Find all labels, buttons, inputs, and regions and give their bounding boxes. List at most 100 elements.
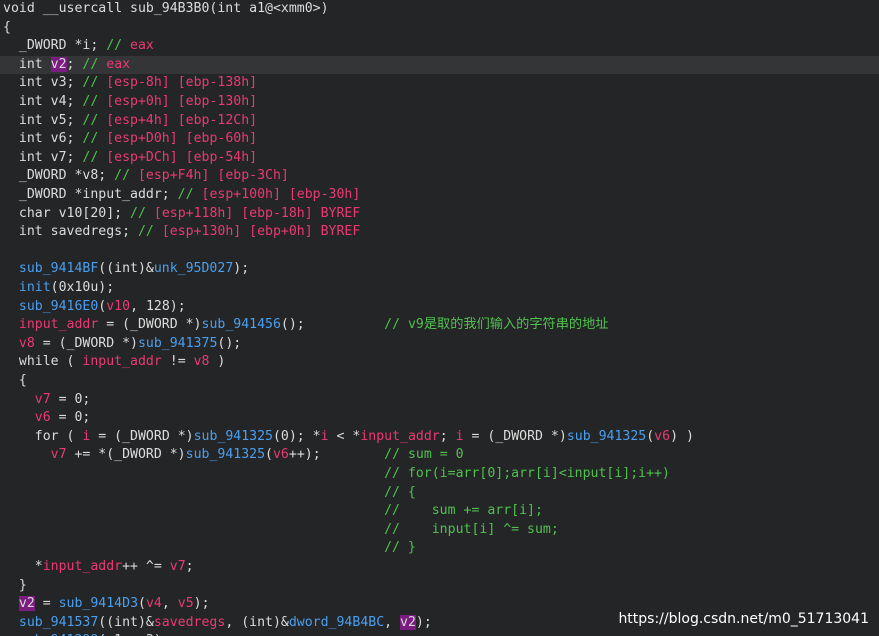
- code-token: int v4;: [3, 94, 83, 109]
- code-line[interactable]: // for(i=arr[0];arr[i]<input[i];i++): [0, 465, 879, 484]
- code-token: i: [455, 428, 464, 444]
- code-token: v5: [177, 596, 194, 612]
- code-token: v2: [50, 56, 67, 72]
- code-line[interactable]: }: [0, 577, 879, 596]
- code-token: sub_941456: [201, 317, 281, 333]
- code-line[interactable]: _DWORD *v8; // [esp+F4h] [ebp-3Ch]: [0, 167, 879, 186]
- code-token: (: [646, 428, 655, 444]
- code-token: //: [82, 149, 107, 165]
- code-line[interactable]: {: [0, 372, 879, 391]
- code-token: //: [82, 56, 107, 72]
- code-line[interactable]: v7 = 0;: [0, 391, 879, 410]
- code-token: [esp-8h] [ebp-138h]: [106, 75, 258, 91]
- code-token: = (_DWORD *): [98, 317, 202, 333]
- code-line[interactable]: sub_941299(a1, v3);: [0, 632, 879, 636]
- code-token: < *: [328, 428, 361, 444]
- code-token: v2: [18, 596, 35, 612]
- code-line[interactable]: v8 = (_DWORD *)sub_941375();: [0, 335, 879, 354]
- pseudocode-editor[interactable]: void __usercall sub_94B3B0(int a1@<xmm0>…: [0, 0, 879, 636]
- code-token: [esp+118h] [ebp-18h] BYREF: [153, 205, 361, 221]
- code-line[interactable]: // {: [0, 484, 879, 503]
- code-token: );: [415, 614, 432, 630]
- code-token: v4: [145, 596, 162, 612]
- code-token: //: [82, 112, 107, 128]
- code-token: ();: [217, 335, 242, 351]
- code-line[interactable]: *input_addr++ ^= v7;: [0, 558, 879, 577]
- code-line[interactable]: int v7; // [esp+DCh] [ebp-54h]: [0, 149, 879, 168]
- code-line[interactable]: init(0x10u);: [0, 279, 879, 298]
- code-token: unk_95D027: [153, 261, 234, 277]
- code-line[interactable]: int v4; // [esp+0h] [ebp-130h]: [0, 93, 879, 112]
- code-token: v7: [3, 391, 51, 407]
- code-token: //: [130, 205, 154, 221]
- code-line[interactable]: for ( i = (_DWORD *)sub_941325(0); *i < …: [0, 428, 879, 447]
- code-token: {: [3, 373, 27, 388]
- code-token: v6: [654, 428, 671, 444]
- code-line[interactable]: _DWORD *input_addr; // [esp+100h] [ebp-3…: [0, 186, 879, 205]
- code-line[interactable]: void __usercall sub_94B3B0(int a1@<xmm0>…: [0, 0, 879, 19]
- code-token: = 0;: [50, 410, 91, 426]
- code-line[interactable]: int savedregs; // [esp+130h] [ebp+0h] BY…: [0, 223, 879, 242]
- code-token: (0x10u);: [50, 280, 115, 295]
- code-line[interactable]: char v10[20]; // [esp+118h] [ebp-18h] BY…: [0, 205, 879, 224]
- code-line[interactable]: // }: [0, 539, 879, 558]
- code-token: =: [34, 596, 59, 612]
- code-line[interactable]: _DWORD *i; // eax: [0, 37, 879, 56]
- code-token: += *(_DWORD *): [66, 447, 186, 463]
- code-line[interactable]: input_addr = (_DWORD *)sub_941456(); // …: [0, 316, 879, 335]
- code-token: v7: [169, 559, 186, 574]
- code-token: [esp+D0h] [ebp-60h]: [106, 131, 258, 147]
- code-token: );: [193, 596, 210, 612]
- code-token: int v3;: [3, 75, 83, 91]
- code-token: char v10[20];: [3, 205, 131, 221]
- code-line[interactable]: // sum += arr[i];: [0, 502, 879, 521]
- code-token: dword_94B4BC: [288, 614, 385, 630]
- code-token: while (: [3, 354, 83, 370]
- code-line[interactable]: int v2; // eax: [0, 55, 879, 75]
- code-token: eax: [106, 56, 131, 72]
- code-token: // sum = 0: [384, 447, 464, 463]
- code-token: v6: [3, 410, 51, 426]
- code-token: ;: [185, 559, 194, 574]
- code-token: //: [177, 187, 202, 202]
- code-line[interactable]: sub_9416E0(v10, 128);: [0, 298, 879, 317]
- code-token: ((int)&: [98, 261, 154, 277]
- code-token: sub_941325: [185, 447, 266, 463]
- code-line[interactable]: [0, 242, 879, 261]
- code-token: int savedregs;: [3, 224, 138, 240]
- code-token: sub_9414D3: [58, 596, 139, 612]
- code-line[interactable]: int v5; // [esp+4h] [ebp-12Ch]: [0, 112, 879, 131]
- code-token: ,: [384, 614, 401, 630]
- code-token: _DWORD *i;: [3, 38, 107, 54]
- code-token: = (_DWORD *): [463, 428, 567, 444]
- code-token: v6: [272, 447, 289, 463]
- code-token: v7: [3, 447, 67, 463]
- code-token: void __usercall sub_94B3B0(int a1@<xmm0>…: [3, 1, 329, 16]
- code-line[interactable]: while ( input_addr != v8 ): [0, 353, 879, 372]
- code-line[interactable]: // input[i] ^= sum;: [0, 521, 879, 540]
- code-token: ;: [66, 56, 83, 72]
- code-token: sub_941537: [3, 614, 99, 630]
- code-token: ++ ^=: [122, 559, 170, 574]
- code-token: v2: [400, 614, 416, 630]
- code-token: (: [138, 596, 146, 612]
- code-line[interactable]: sub_9414BF((int)&unk_95D027);: [0, 260, 879, 279]
- code-token: // for(i=arr[0];arr[i]<input[i];i++): [384, 466, 670, 481]
- code-line[interactable]: int v3; // [esp-8h] [ebp-138h]: [0, 74, 879, 93]
- code-token: //: [114, 168, 138, 184]
- code-token: //: [82, 131, 107, 147]
- code-token: _DWORD *v8;: [3, 168, 115, 184]
- code-token: (0); *: [272, 428, 321, 444]
- code-line[interactable]: v7 += *(_DWORD *)sub_941325(v6++); // su…: [0, 446, 879, 465]
- code-token: ): [209, 354, 226, 370]
- code-line[interactable]: v6 = 0;: [0, 409, 879, 428]
- code-token: input_addr: [3, 317, 99, 333]
- code-token: //: [82, 75, 107, 91]
- code-line[interactable]: {: [0, 19, 879, 38]
- code-line[interactable]: int v6; // [esp+D0h] [ebp-60h]: [0, 130, 879, 149]
- code-token: = (_DWORD *): [90, 428, 194, 444]
- code-token: v10: [106, 298, 131, 314]
